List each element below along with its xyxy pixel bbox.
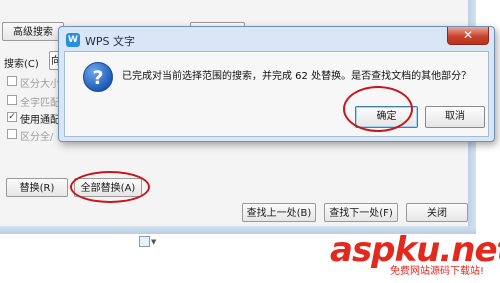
- wps-confirm-dialog: W WPS 文字 ✕ ? 已完成对当前选择范围的搜索，并完成 62 处替换。是否…: [58, 26, 495, 142]
- advanced-search-button[interactable]: 高级搜索: [2, 22, 64, 41]
- paste-options-icon[interactable]: [139, 236, 150, 247]
- dialog-message: 已完成对当前选择范围的搜索，并完成 62 处替换。是否查找文档的其他部分？: [122, 71, 472, 82]
- match-case-checkbox[interactable]: [7, 76, 17, 86]
- dialog-titlebar[interactable]: W WPS 文字 ✕: [59, 27, 494, 51]
- close-button[interactable]: 关闭: [406, 203, 468, 222]
- find-next-button[interactable]: 查找下一处(F): [324, 203, 398, 222]
- find-previous-button[interactable]: 查找上一处(B): [242, 203, 316, 222]
- full-half-width-label: 区分全/: [20, 132, 54, 143]
- wildcards-label: 使用通配: [20, 115, 60, 126]
- dialog-title: WPS 文字: [85, 35, 135, 48]
- question-icon: ?: [83, 62, 113, 92]
- ok-highlight-ring: [343, 86, 413, 132]
- replace-all-highlight-ring: [70, 171, 150, 203]
- whole-word-checkbox[interactable]: [7, 95, 17, 105]
- wps-logo-icon: W: [66, 33, 80, 47]
- chevron-down-icon: ▼: [151, 238, 157, 246]
- replace-button[interactable]: 替换(R): [6, 178, 68, 197]
- wildcards-checkbox[interactable]: ✓: [7, 112, 17, 122]
- close-icon[interactable]: ✕: [447, 27, 489, 45]
- full-half-width-checkbox[interactable]: [7, 129, 17, 139]
- cancel-button[interactable]: 取消: [425, 106, 485, 128]
- watermark-subtitle: 免费网站源码下载站!: [390, 266, 485, 277]
- search-direction-label: 搜索(C): [4, 59, 39, 70]
- whole-word-label: 全字匹配: [20, 98, 60, 109]
- dialog-body: ? 已完成对当前选择范围的搜索，并完成 62 处替换。是否查找文档的其他部分？ …: [64, 51, 489, 137]
- match-case-label: 区分大小: [20, 79, 60, 90]
